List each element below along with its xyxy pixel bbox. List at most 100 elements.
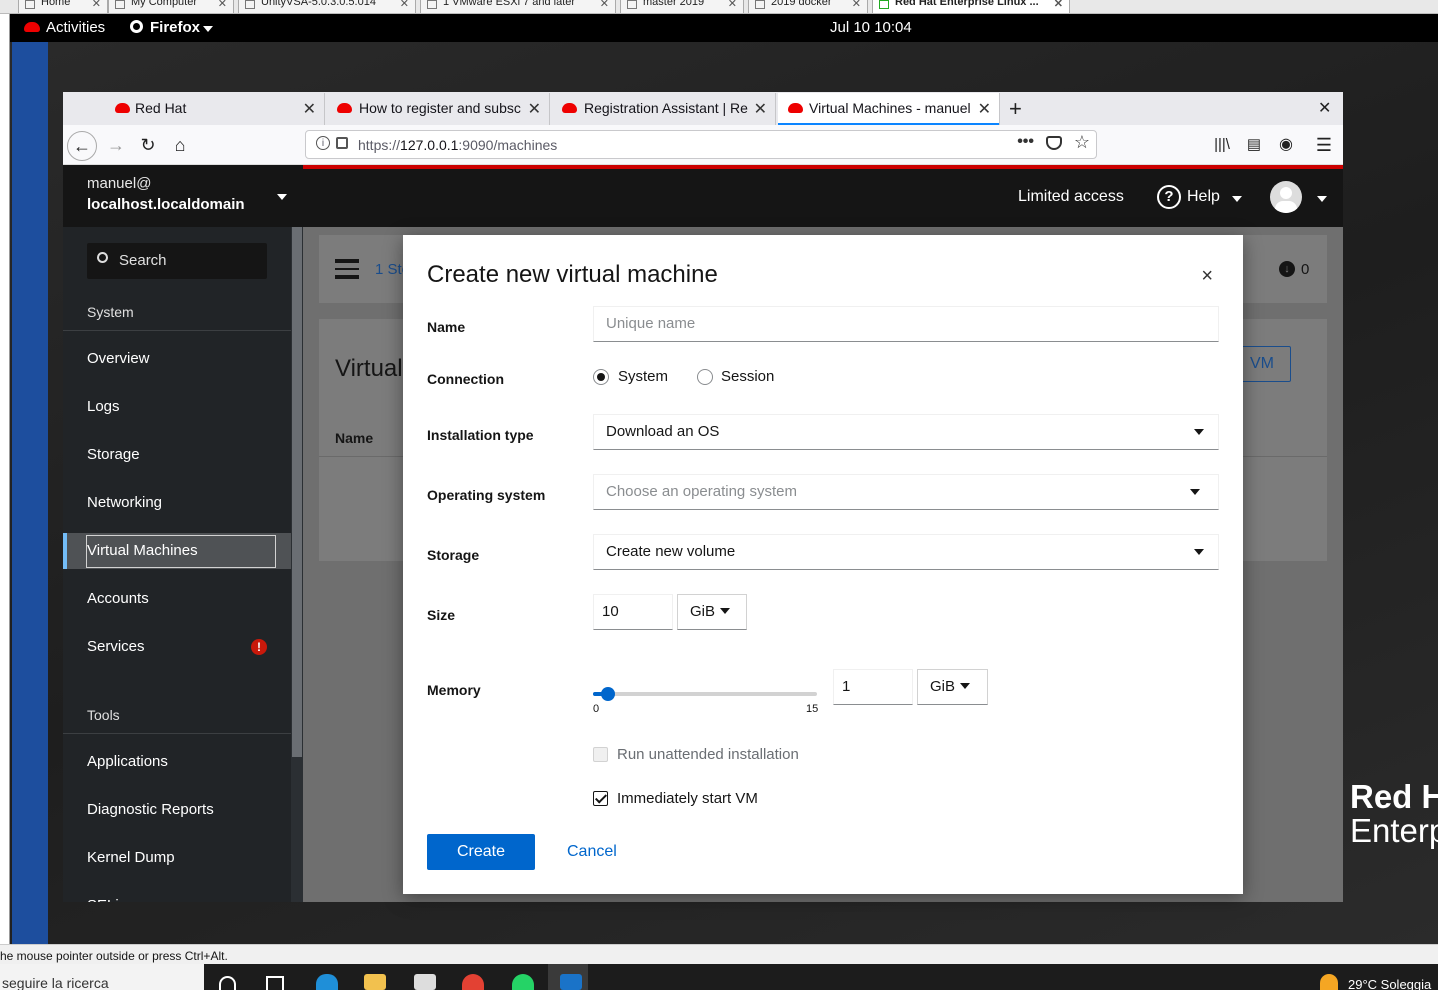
storage-select[interactable]: Create new volume xyxy=(593,534,1219,570)
vm-running-icon xyxy=(879,0,889,9)
unattended-checkbox[interactable] xyxy=(593,747,608,762)
close-icon[interactable]: ✕ xyxy=(728,0,737,10)
home-icon[interactable]: ⌂ xyxy=(165,131,195,161)
host-tab[interactable]: 2019 docker ✕ xyxy=(748,0,868,13)
taskbar-search[interactable]: seguire la ricerca xyxy=(0,964,204,990)
nav-logs[interactable]: Logs xyxy=(63,389,291,425)
new-tab-plus-icon[interactable]: + xyxy=(1009,96,1022,122)
chevron-down-icon xyxy=(203,26,213,32)
nav-kernel-dump[interactable]: Kernel Dump xyxy=(63,840,291,876)
library-icon[interactable]: |||\ xyxy=(1207,131,1237,161)
connection-session-label[interactable]: Session xyxy=(721,368,774,385)
bookmark-star-icon[interactable]: ☆ xyxy=(1074,132,1090,153)
close-icon[interactable]: ✕ xyxy=(400,0,409,10)
store-icon[interactable] xyxy=(414,974,436,990)
vmware-client-icon[interactable] xyxy=(560,974,582,990)
avatar[interactable] xyxy=(1270,181,1302,213)
nav-search-input[interactable]: Search xyxy=(87,243,267,279)
memory-unit-select[interactable]: GiB xyxy=(917,669,988,705)
nav-overview[interactable]: Overview xyxy=(63,341,291,377)
unattended-label[interactable]: Run unattended installation xyxy=(617,746,799,763)
browser-tab-active[interactable]: Virtual Machines - manuel ✕ xyxy=(778,93,1000,125)
nav-accounts[interactable]: Accounts xyxy=(63,581,291,617)
close-icon[interactable]: ✕ xyxy=(218,0,227,10)
url-bar[interactable]: i https://127.0.0.1:9090/machines ••• ☆ xyxy=(305,130,1097,159)
nav-applications[interactable]: Applications xyxy=(63,744,291,780)
sidebar-icon[interactable]: ▤ xyxy=(1239,131,1269,161)
reload-icon[interactable]: ↻ xyxy=(133,131,163,161)
host-tab[interactable]: UnityVSA-5.0.3.0.5.014 ✕ xyxy=(238,0,416,13)
close-window-icon[interactable]: ✕ xyxy=(1318,98,1331,118)
close-icon[interactable]: ✕ xyxy=(852,0,861,10)
task-view-icon[interactable] xyxy=(266,976,284,990)
close-tab-icon[interactable]: ✕ xyxy=(528,99,541,119)
pocket-icon[interactable] xyxy=(1046,136,1062,150)
redhat-favicon-icon xyxy=(337,103,352,113)
host-tab[interactable]: My Computer ✕ xyxy=(108,0,234,13)
username: manuel@ xyxy=(87,175,152,192)
browser-tab[interactable]: How to register and subsc ✕ xyxy=(327,93,550,125)
browser-tab[interactable]: Registration Assistant | Re ✕ xyxy=(552,93,776,125)
nav-virtual-machines[interactable]: Virtual Machines xyxy=(63,533,291,569)
memory-input[interactable]: 1 xyxy=(833,669,913,705)
browser-tab-label: Red Hat xyxy=(135,100,187,116)
hamburger-menu-icon[interactable]: ☰ xyxy=(1309,131,1339,161)
close-icon[interactable]: × xyxy=(1201,265,1213,288)
weather-text[interactable]: 29°C Soleggia xyxy=(1348,977,1431,990)
help-icon[interactable]: ? xyxy=(1157,185,1181,209)
file-explorer-icon[interactable] xyxy=(364,974,386,990)
info-icon[interactable]: i xyxy=(316,136,330,150)
back-arrow-icon[interactable]: ← xyxy=(67,131,97,161)
start-vm-checkbox[interactable] xyxy=(593,791,608,806)
sidebar-scrollbar[interactable] xyxy=(291,227,303,902)
app-menu-firefox[interactable]: Firefox xyxy=(150,19,200,36)
scrollbar-thumb[interactable] xyxy=(292,227,302,757)
connection-session-radio[interactable] xyxy=(697,369,713,385)
whatsapp-icon[interactable] xyxy=(512,974,534,990)
memory-slider[interactable] xyxy=(593,687,817,701)
start-vm-label[interactable]: Immediately start VM xyxy=(617,790,758,807)
cortana-icon[interactable] xyxy=(219,976,236,990)
host-tab[interactable]: master 2019 ✕ xyxy=(620,0,744,13)
create-button[interactable]: Create xyxy=(427,834,535,870)
size-input[interactable]: 10 xyxy=(593,594,673,630)
close-icon[interactable]: ✕ xyxy=(600,0,609,10)
account-icon[interactable]: ◉ xyxy=(1271,131,1301,161)
activities-button[interactable]: Activities xyxy=(46,19,105,36)
nav-list: Search System Overview Logs Storage Netw… xyxy=(63,227,291,902)
host-switcher[interactable]: manuel@ localhost.localdomain xyxy=(63,165,303,227)
host-tab[interactable]: Home ✕ xyxy=(18,0,108,13)
help-menu[interactable]: Help xyxy=(1187,188,1220,206)
chrome-icon[interactable] xyxy=(462,974,484,990)
connection-system-radio[interactable] xyxy=(593,369,609,385)
insecure-lock-icon[interactable] xyxy=(336,137,348,149)
size-unit-select[interactable]: GiB xyxy=(677,594,747,630)
close-tab-icon[interactable]: ✕ xyxy=(303,99,316,119)
close-icon[interactable]: ✕ xyxy=(92,0,101,10)
connection-system-label[interactable]: System xyxy=(618,368,668,385)
nav-selinux[interactable]: SELinux xyxy=(63,888,291,902)
close-icon[interactable]: ✕ xyxy=(1054,0,1063,10)
forward-arrow-icon[interactable]: → xyxy=(101,131,131,161)
vm-name-input[interactable]: Unique name xyxy=(593,306,1219,342)
slider-thumb[interactable] xyxy=(600,687,615,701)
close-tab-icon[interactable]: ✕ xyxy=(978,99,991,119)
cancel-button[interactable]: Cancel xyxy=(567,843,617,861)
browser-tab[interactable]: Red Hat ✕ xyxy=(103,93,325,125)
close-tab-icon[interactable]: ✕ xyxy=(754,99,767,119)
host-tab-active[interactable]: Red Hat Enterprise Linux ... ✕ xyxy=(872,0,1070,13)
installation-type-select[interactable]: Download an OS xyxy=(593,414,1219,450)
os-select[interactable]: Choose an operating system xyxy=(593,474,1219,510)
nav-diagnostic-reports[interactable]: Diagnostic Reports xyxy=(63,792,291,828)
limited-access-toggle[interactable]: Limited access xyxy=(1018,188,1124,206)
url-host: 127.0.0.1 xyxy=(400,137,459,153)
slider-max-label: 15 xyxy=(806,703,819,715)
host-tab[interactable]: 1 VMware ESXi 7 and later ✕ xyxy=(420,0,616,13)
clock[interactable]: Jul 10 10:04 xyxy=(830,19,912,36)
nav-storage[interactable]: Storage xyxy=(63,437,291,473)
page-actions-icon[interactable]: ••• xyxy=(1017,133,1034,151)
os-placeholder: Choose an operating system xyxy=(606,483,797,500)
nav-networking[interactable]: Networking xyxy=(63,485,291,521)
edge-icon[interactable] xyxy=(316,974,338,990)
nav-services[interactable]: Services! xyxy=(63,629,291,665)
